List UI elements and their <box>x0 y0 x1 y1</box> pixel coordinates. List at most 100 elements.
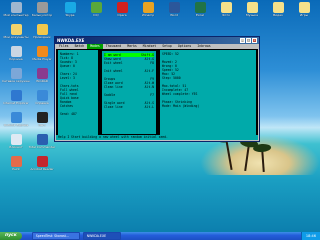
app-icon <box>272 2 284 13</box>
desktop-icon-label: Paint <box>12 168 20 171</box>
desktop-icon[interactable]: Мой компьютер <box>2 2 30 17</box>
app-icon <box>36 24 48 35</box>
desktop-icon[interactable]: Nero <box>28 112 56 127</box>
console-menu-item[interactable]: Modes <box>87 44 103 49</box>
app-icon <box>36 68 48 79</box>
desktop-icon[interactable]: Opera <box>108 2 136 17</box>
window-title: NWKDA.EXE <box>57 38 85 43</box>
desktop-icon-label: WinRAR <box>36 80 48 83</box>
console-menu-item[interactable]: Options <box>175 44 194 49</box>
desktop-icon[interactable]: Total Commander <box>28 134 56 149</box>
stats-panel-left: Numbers: 1 Tick: 8 Sounds: 3 Queue: 0 Chars… <box>58 50 98 135</box>
app-icon <box>36 90 48 101</box>
desktop-icon[interactable]: Фото <box>212 2 240 17</box>
console-text-row: Mode: Main (Winding) <box>162 104 200 108</box>
maximize-icon[interactable]: □ <box>246 38 251 43</box>
desktop-icon-label: Opera <box>117 14 127 17</box>
desktop-icon-label: Игры <box>299 14 309 17</box>
app-icon <box>10 156 22 167</box>
desktop-icon[interactable]: Internet Explorer <box>2 90 30 105</box>
desktop-icon[interactable]: Блокнот <box>2 134 30 149</box>
desktop-icon[interactable]: Excel <box>186 2 214 17</box>
desktop-icon-label: Acrobat Reader <box>30 168 54 171</box>
desktop-icon[interactable]: Winamp <box>134 2 162 17</box>
console-menu-item[interactable]: Mindset <box>140 44 159 49</box>
desktop-icon[interactable]: Мои документы <box>2 24 30 39</box>
desktop-icon[interactable]: Калькулятор <box>28 2 56 17</box>
console-window[interactable]: NWKDA.EXE _ □ × Files Batch Modes Thousand M… <box>54 36 260 142</box>
desktop-icon[interactable]: Справка <box>28 90 56 105</box>
desktop-icon-label: Internet Explorer <box>3 102 29 105</box>
desktop-icon-label: Калькулятор <box>31 14 53 17</box>
menu-item-shortcut: Alt-L <box>144 105 154 109</box>
app-icon <box>168 2 180 13</box>
close-icon[interactable]: × <box>252 38 257 43</box>
app-icon <box>10 134 22 145</box>
app-icon <box>142 2 154 13</box>
desktop-icon[interactable]: Acrobat Reader <box>28 156 56 171</box>
modes-menu-item[interactable]: Close line Alt-L <box>104 105 154 109</box>
app-icon <box>36 134 48 145</box>
desktop-icon[interactable]: Paint <box>2 156 30 171</box>
desktop-icon[interactable]: Музыка <box>238 2 266 17</box>
app-icon <box>10 68 22 79</box>
desktop-icon[interactable]: Skype <box>56 2 84 17</box>
desktop-icon-label: Сетевое окружение <box>2 80 30 83</box>
desktop-icon[interactable]: ICQ <box>82 2 110 17</box>
desktop-icon-label: Skype <box>65 14 75 17</box>
console-menu-item[interactable]: Setup <box>159 44 175 49</box>
console-menu-item[interactable]: Files <box>56 44 72 49</box>
desktop-icon[interactable]: Проводник <box>28 24 56 39</box>
app-icon <box>36 2 48 13</box>
app-icon <box>36 112 48 123</box>
desktop-icon-label: Media Player <box>32 58 52 61</box>
stats-panel-right: SPEED: 52 Moved: 2 Wrong: 0 Speed: 52 Max: … <box>160 50 256 135</box>
window-titlebar[interactable]: NWKDA.EXE _ □ × <box>55 37 259 44</box>
desktop-icon-label: Музыка <box>246 14 258 17</box>
app-icon <box>10 46 22 57</box>
app-icon <box>10 112 22 123</box>
desktop-icon[interactable]: Корзина <box>2 46 30 61</box>
desktop-icon-label: Блокнот <box>9 146 23 149</box>
desktop-icon-label: Excel <box>196 14 204 17</box>
taskbar: пуск SpeedTest: Skorost... NWKDA.EXE 18:… <box>0 232 320 240</box>
app-icon <box>36 156 48 167</box>
app-icon <box>10 24 22 35</box>
taskbar-item[interactable]: NWKDA.EXE <box>82 232 121 240</box>
console-menu-item[interactable]: Batch <box>72 44 88 49</box>
desktop-background: Мой компьютер Мои документы Корзина Сетевое… <box>0 0 320 232</box>
console-text-row: Send: 487 <box>60 112 77 116</box>
desktop-icon[interactable]: Игры <box>290 2 318 17</box>
app-icon <box>10 2 22 13</box>
console-menu-item[interactable]: Thousand <box>103 44 124 49</box>
desktop-icon[interactable]: Видео <box>264 2 292 17</box>
menu-item-label: Close line <box>104 105 123 109</box>
desktop-icon[interactable]: Media Player <box>28 46 56 61</box>
desktop-icon-label: Outlook Express <box>3 124 29 127</box>
start-button[interactable]: пуск <box>0 232 22 240</box>
app-icon <box>64 2 76 13</box>
desktop-icon[interactable]: WinRAR <box>28 68 56 83</box>
system-tray-clock: 18:46 <box>300 232 320 240</box>
minimize-icon[interactable]: _ <box>240 38 245 43</box>
desktop-icon-label: Корзина <box>9 58 23 61</box>
desktop-icon[interactable]: Сетевое окружение <box>2 68 30 83</box>
app-icon <box>116 2 128 13</box>
modes-dropdown[interactable]: I am word Shift-G Show word Alt-G Exit wheel… <box>101 50 157 135</box>
taskbar-item[interactable]: SpeedTest: Skorost... <box>31 232 80 240</box>
desktop-icon-label: Видео <box>273 14 283 17</box>
desktop-icon-label: Total Commander <box>28 146 56 149</box>
app-icon <box>246 2 258 13</box>
app-icon <box>194 2 206 13</box>
desktop-icon-label: Winamp <box>141 14 155 17</box>
desktop-icon-label: Справка <box>35 102 49 105</box>
desktop-icon-label: Word <box>170 14 178 17</box>
console-menu-item[interactable]: Marks <box>124 44 140 49</box>
console-menu-item[interactable]: Inbrows <box>194 44 213 49</box>
app-icon <box>36 46 48 57</box>
desktop-icon-label: Фото <box>221 14 230 17</box>
desktop-icon[interactable]: Outlook Express <box>2 112 30 127</box>
desktop-icon-label: Мой компьютер <box>3 14 29 17</box>
desktop-icon-label: Nero <box>38 124 46 127</box>
desktop-icon[interactable]: Word <box>160 2 188 17</box>
